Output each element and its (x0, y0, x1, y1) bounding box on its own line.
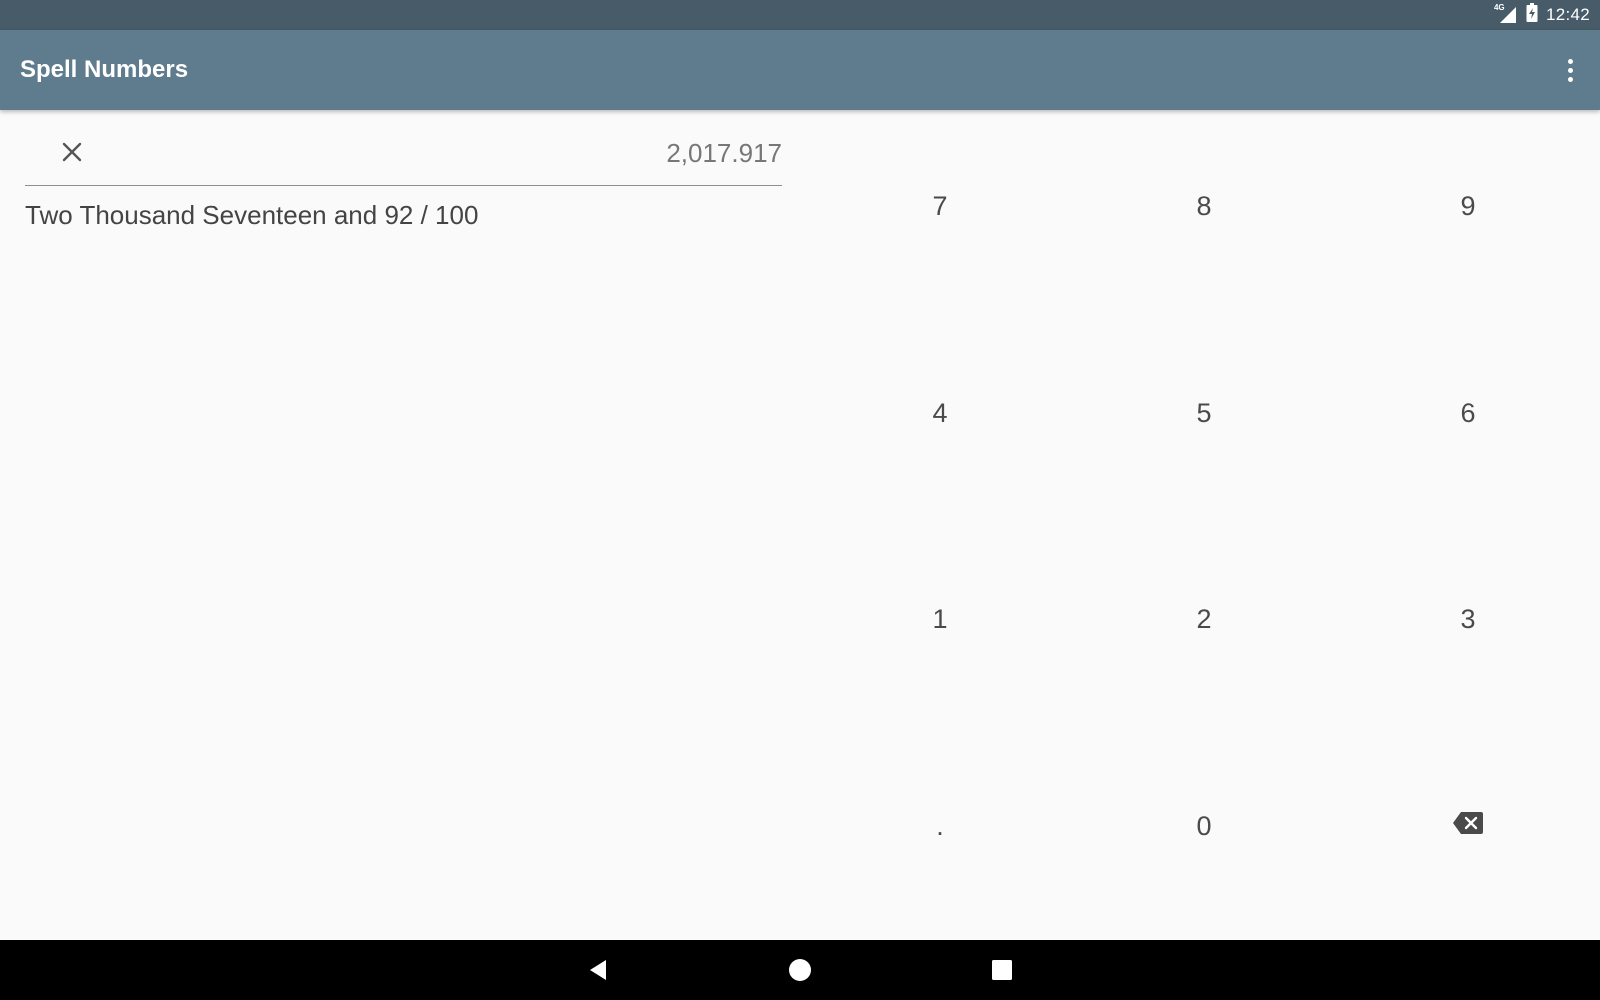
key-7[interactable]: 7 (808, 113, 1072, 320)
status-bar: 4G 12:42 (0, 0, 1600, 30)
key-5[interactable]: 5 (1072, 320, 1336, 527)
more-vert-icon[interactable] (1558, 54, 1582, 86)
back-triangle-icon[interactable] (568, 940, 628, 1000)
key-8[interactable]: 8 (1072, 113, 1336, 320)
signal-icon: 4G (1494, 3, 1518, 25)
status-icons: 4G 12:42 (1494, 0, 1590, 30)
spelled-number-text: Two Thousand Seventeen and 92 / 100 (25, 200, 479, 230)
home-circle-icon[interactable] (770, 940, 830, 1000)
close-icon[interactable] (55, 135, 89, 169)
number-input[interactable] (182, 133, 782, 173)
key-2[interactable]: 2 (1072, 527, 1336, 734)
app-bar: Spell Numbers (0, 30, 1600, 110)
key-0[interactable]: 0 (1072, 733, 1336, 940)
battery-icon (1526, 2, 1538, 28)
recents-square-icon[interactable] (972, 940, 1032, 1000)
status-time: 12:42 (1545, 5, 1590, 24)
key-1[interactable]: 1 (808, 527, 1072, 734)
key-9[interactable]: 9 (1336, 113, 1600, 320)
backspace-button[interactable] (1336, 733, 1600, 940)
keypad: 7 8 9 4 5 6 1 2 3 . 0 (808, 113, 1600, 940)
navigation-bar (0, 940, 1600, 1000)
app-title: Spell Numbers (20, 56, 189, 83)
number-input-row (25, 125, 782, 186)
key-3[interactable]: 3 (1336, 527, 1600, 734)
key-decimal[interactable]: . (808, 733, 1072, 940)
key-4[interactable]: 4 (808, 320, 1072, 527)
backspace-icon (1452, 811, 1484, 842)
key-6[interactable]: 6 (1336, 320, 1600, 527)
